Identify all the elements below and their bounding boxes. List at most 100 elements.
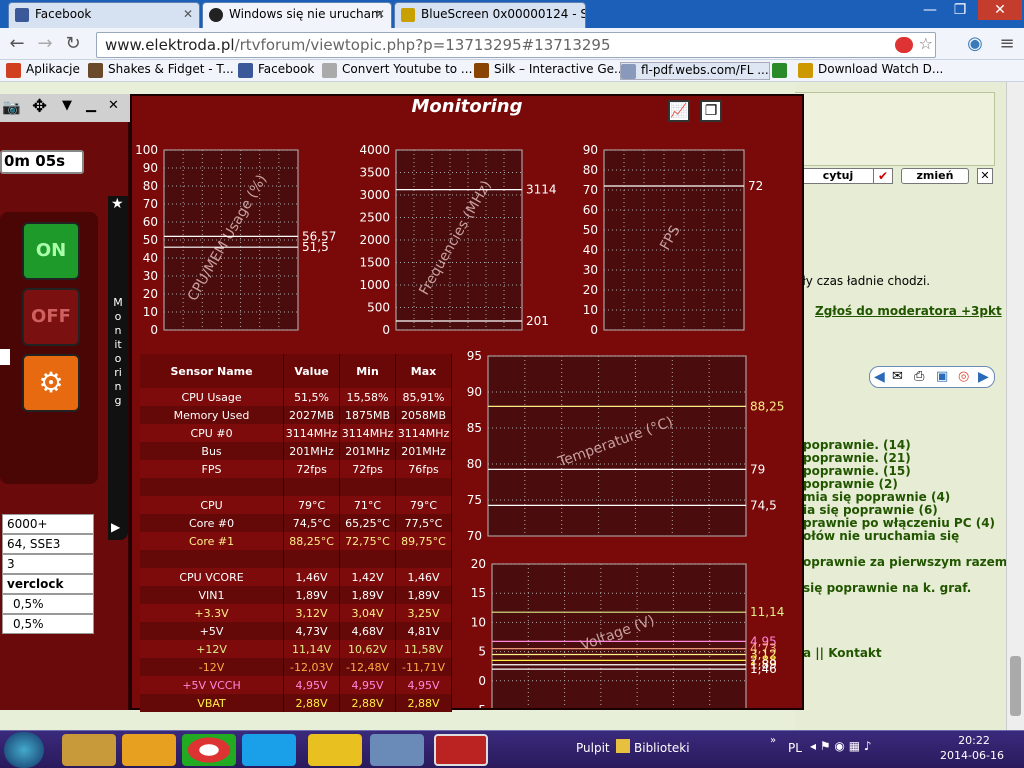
close-window-icon[interactable]: ✕ (978, 0, 1022, 20)
forward-icon[interactable]: → (34, 34, 56, 56)
close-icon[interactable]: ✕ (108, 98, 119, 113)
close-icon[interactable]: ✕ (183, 7, 193, 21)
topic-link[interactable]: poprawnie. (14) (803, 438, 911, 452)
maximize-icon[interactable]: ❐ (946, 0, 974, 20)
prev-arrow-icon[interactable]: ◀ (874, 369, 885, 385)
monitor-app-icon[interactable] (434, 734, 488, 766)
address-bar[interactable]: www.elektroda.pl/rtvforum/viewtopic.php?… (96, 32, 936, 58)
sensor-table: Sensor Name Value Min Max CPU Usage 51,5%… (140, 354, 452, 712)
expand-toolbar-icon[interactable]: » (770, 735, 776, 746)
topic-link[interactable]: mia się poprawnie (4) (803, 490, 950, 504)
desktop-label[interactable]: Pulpit (576, 741, 610, 755)
footer-links[interactable]: a || Kontakt (803, 646, 882, 660)
col-sensor-name: Sensor Name (140, 354, 285, 388)
expand-arrow-icon[interactable]: ▶ (111, 520, 120, 534)
sensor-name-cell: +3.3V (140, 604, 285, 622)
language-indicator[interactable]: PL (788, 741, 802, 755)
bookmark-apps[interactable]: Aplikacje (6, 62, 80, 80)
bookmark-shakes[interactable]: Shakes & Fidget - T... (88, 62, 234, 80)
mail-icon[interactable]: ✉ (892, 369, 903, 384)
on-button[interactable]: ON (22, 222, 80, 280)
libraries-label[interactable]: Biblioteki (634, 741, 690, 755)
move-icon[interactable]: ✥ (32, 96, 47, 117)
shakes-icon (88, 63, 103, 78)
graph-fps-readout: 72 (748, 179, 763, 193)
bookmark-flpdf[interactable]: fl-pdf.webs.com/FL ... (620, 62, 770, 80)
quote-label: cytuj (822, 169, 854, 182)
extension-icon[interactable]: ◉ (964, 34, 986, 56)
sensor-min-cell: 4,68V (339, 622, 396, 640)
close-icon[interactable]: ✕ (375, 7, 385, 21)
topic-link[interactable]: poprawnie. (21) (803, 451, 911, 465)
clock-date[interactable]: 2014-06-16 (932, 749, 1012, 762)
tray-icons[interactable]: ◂ ⚑ ◉ ▦ ♪ (810, 739, 872, 753)
timer-display: 0m 05s (0, 150, 84, 174)
sound-app-icon[interactable] (370, 734, 424, 766)
sensor-max-cell: 3,25V (395, 604, 452, 622)
next-arrow-icon[interactable]: ▶ (978, 369, 989, 385)
bookmark-convert[interactable]: Convert Youtube to ... (322, 62, 472, 80)
tab-bluescreen[interactable]: BlueScreen 0x00000124 - S (394, 2, 586, 28)
lifebuoy-icon[interactable]: ◎ (958, 369, 969, 384)
bookmark-silk[interactable]: Silk – Interactive Ge... (474, 62, 625, 80)
bookmark-label: Silk – Interactive Ge... (494, 62, 626, 76)
tab-facebook[interactable]: Facebook ✕ (8, 2, 200, 28)
table-row (140, 550, 452, 568)
graph-cpu-tick: 90 (143, 161, 158, 175)
topic-link[interactable]: się poprawnie na k. graf. (803, 581, 971, 595)
save-icon[interactable]: ▣ (936, 369, 948, 384)
close-post-icon[interactable]: ✕ (977, 168, 993, 184)
camera-icon[interactable]: 📷 (2, 98, 21, 116)
page-scrollbar[interactable] (1006, 82, 1024, 730)
report-link[interactable]: Zgłoś do moderatora +3pkt (815, 304, 1002, 318)
minimize-icon[interactable]: ▁ (86, 98, 96, 113)
topic-link[interactable]: ia się poprawnie (6) (803, 503, 938, 517)
start-button[interactable] (4, 732, 44, 768)
graph-volt-tick: 15 (471, 586, 486, 600)
star-icon[interactable]: ☆ (919, 34, 933, 53)
winamp-icon[interactable] (308, 734, 362, 766)
topic-link[interactable]: poprawnie (2) (803, 477, 898, 491)
arrow-tab[interactable] (0, 349, 10, 365)
tab-elektroda[interactable]: Windows się nie urucham ✕ (202, 2, 392, 28)
topic-link[interactable]: poprawnie. (15) (803, 464, 911, 478)
reload-icon[interactable]: ↻ (62, 34, 84, 56)
sensor-max-cell: 11,58V (395, 640, 452, 658)
sensor-name-cell: +5V (140, 622, 285, 640)
monitoring-side-tab[interactable]: ★ Monitoring ▶ (108, 196, 128, 540)
check-icon[interactable]: ✔ (873, 168, 893, 184)
topic-link[interactable]: ołów nie uruchamia się (803, 529, 959, 543)
sensor-value-cell: 2,88V (283, 694, 341, 712)
topic-link[interactable]: oprawnie za pierwszym razem. (803, 555, 1012, 569)
media-player-icon[interactable] (122, 734, 176, 766)
star-icon[interactable]: ★ (111, 196, 124, 212)
print-icon[interactable]: ⎙ (914, 369, 924, 384)
topic-link[interactable]: prawnie po włączeniu PC (4) (803, 516, 995, 530)
settings-gear-icon[interactable]: ⚙ (22, 354, 80, 412)
sensor-max-cell: 76fps (395, 460, 452, 478)
back-icon[interactable]: ← (6, 34, 28, 56)
skype-icon[interactable] (242, 734, 296, 766)
sensor-name-cell: CPU #0 (140, 424, 285, 442)
quote-button[interactable]: cytuj (801, 168, 875, 184)
bookmark-green[interactable] (772, 62, 788, 80)
bookmark-icon (772, 63, 787, 78)
url-path: /rtvforum/viewtopic.php?p=13713295#13713… (234, 36, 611, 54)
bookmark-download[interactable]: Download Watch D... (798, 62, 943, 80)
dropdown-icon[interactable]: ▼ (62, 98, 72, 113)
menu-icon[interactable]: ≡ (996, 34, 1018, 56)
sensor-value-cell: 201MHz (283, 442, 341, 460)
graph-cpu-tick: 20 (143, 287, 158, 301)
chrome-icon[interactable] (182, 734, 236, 766)
sensor-min-cell: 71°C (339, 496, 396, 514)
clock-time[interactable]: 20:22 (944, 734, 1004, 747)
explorer-icon[interactable] (62, 734, 116, 766)
pro-extension-icon[interactable] (895, 37, 913, 53)
off-button[interactable]: OFF (22, 288, 80, 346)
edit-button[interactable]: zmień (901, 168, 969, 184)
minimize-icon[interactable]: — (916, 0, 944, 20)
bookmark-facebook[interactable]: Facebook (238, 62, 314, 80)
graph-fps-tick: 10 (583, 303, 598, 317)
sensor-max-cell: 4,81V (395, 622, 452, 640)
scrollbar-thumb[interactable] (1010, 656, 1021, 716)
